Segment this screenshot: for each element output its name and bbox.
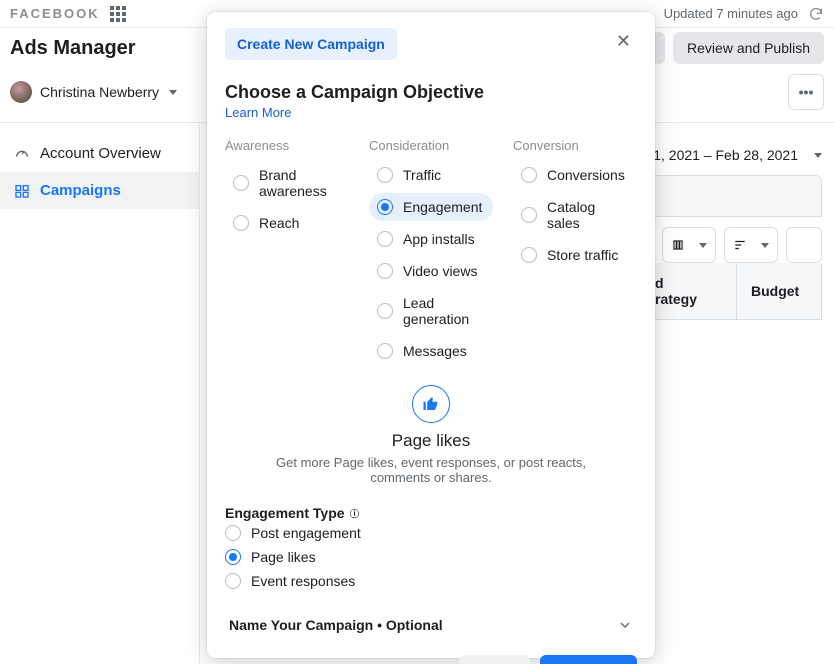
column-title: Conversion <box>513 138 637 153</box>
objective-label: Video views <box>403 263 477 279</box>
engagement-type-option-label: Post engagement <box>251 525 361 541</box>
engagement-type-page-likes[interactable]: Page likes <box>225 545 637 569</box>
modal-title: Choose a Campaign Objective <box>225 82 637 103</box>
radio-icon <box>377 343 393 359</box>
learn-more-link[interactable]: Learn More <box>225 105 637 120</box>
column-title: Awareness <box>225 138 349 153</box>
objective-catalog-sales[interactable]: Catalog sales <box>513 193 637 237</box>
apps-grid-icon[interactable] <box>110 6 126 22</box>
radio-icon <box>233 175 249 191</box>
objective-label: Brand awareness <box>259 167 341 199</box>
objective-video-views[interactable]: Video views <box>369 257 493 285</box>
date-range-label: eb 1, 2021 – Feb 28, 2021 <box>634 147 798 163</box>
engagement-hero: Page likes Get more Page likes, event re… <box>225 385 637 485</box>
modal-chip[interactable]: Create New Campaign <box>225 28 397 60</box>
radio-icon <box>521 207 537 223</box>
campaigns-icon <box>14 183 30 199</box>
objective-label: App installs <box>403 231 475 247</box>
radio-icon <box>521 167 537 183</box>
engagement-type-event-responses[interactable]: Event responses <box>225 569 637 593</box>
more-options-button[interactable]: ••• <box>788 74 824 110</box>
create-campaign-modal: Create New Campaign ✕ Choose a Campaign … <box>207 12 655 658</box>
chevron-down-icon <box>169 90 177 95</box>
column-title: Consideration <box>369 138 493 153</box>
objective-app-installs[interactable]: App installs <box>369 225 493 253</box>
engagement-hero-title: Page likes <box>392 431 470 451</box>
breakdown-tool[interactable] <box>724 227 778 263</box>
cancel-button[interactable]: Cancel <box>459 655 531 664</box>
columns-icon <box>671 238 685 252</box>
brand-wordmark: FACEBOOK <box>10 6 100 21</box>
objective-engagement[interactable]: Engagement <box>369 193 493 221</box>
account-name: Christina Newberry <box>40 84 159 100</box>
sidebar-item-label: Account Overview <box>40 145 161 162</box>
modal-footer: Cancel Continue <box>225 643 637 664</box>
objective-label: Traffic <box>403 167 441 183</box>
radio-icon <box>377 303 393 319</box>
objective-traffic[interactable]: Traffic <box>369 161 493 189</box>
updated-label: Updated 7 minutes ago <box>664 6 798 21</box>
objective-label: Store traffic <box>547 247 618 263</box>
objective-label: Engagement <box>403 199 482 215</box>
objective-label: Lead generation <box>403 295 485 327</box>
objective-column-awareness: Awareness Brand awareness Reach <box>225 138 349 369</box>
chevron-down-icon <box>761 243 769 248</box>
objective-label: Reach <box>259 215 299 231</box>
objective-brand-awareness[interactable]: Brand awareness <box>225 161 349 205</box>
refresh-icon[interactable] <box>808 6 824 22</box>
thumbs-up-icon <box>412 385 450 423</box>
avatar <box>10 81 32 103</box>
columns-tool[interactable] <box>662 227 716 263</box>
sidebar-item-account-overview[interactable]: Account Overview <box>0 135 199 172</box>
sidebar-item-campaigns[interactable]: Campaigns <box>0 172 199 209</box>
objective-store-traffic[interactable]: Store traffic <box>513 241 637 269</box>
objective-conversions[interactable]: Conversions <box>513 161 637 189</box>
objective-messages[interactable]: Messages <box>369 337 493 365</box>
page-title: Ads Manager <box>10 37 136 60</box>
radio-icon <box>377 199 393 215</box>
expander-label: Name Your Campaign • Optional <box>229 617 443 633</box>
name-campaign-expander[interactable]: Name Your Campaign • Optional <box>225 607 637 643</box>
radio-icon <box>225 573 241 589</box>
close-icon[interactable]: ✕ <box>610 28 637 54</box>
chevron-down-icon <box>617 617 633 633</box>
radio-icon <box>377 231 393 247</box>
objective-reach[interactable]: Reach <box>225 209 349 237</box>
objective-label: Catalog sales <box>547 199 629 231</box>
engagement-type-option-label: Event responses <box>251 573 355 589</box>
engagement-type-label: Engagement Type ⓘ <box>225 505 637 521</box>
objective-label: Messages <box>403 343 467 359</box>
engagement-type-option-label: Page likes <box>251 549 316 565</box>
objective-column-consideration: Consideration Traffic Engagement App ins… <box>369 138 493 369</box>
info-icon[interactable]: ⓘ <box>349 507 361 519</box>
radio-icon <box>377 263 393 279</box>
objective-column-conversion: Conversion Conversions Catalog sales Sto… <box>513 138 637 369</box>
engagement-type-post-engagement[interactable]: Post engagement <box>225 521 637 545</box>
extra-tool[interactable] <box>786 227 822 263</box>
radio-icon <box>377 167 393 183</box>
breakdown-icon <box>733 238 747 252</box>
chevron-down-icon <box>699 243 707 248</box>
objective-label: Conversions <box>547 167 625 183</box>
continue-button[interactable]: Continue <box>540 655 637 664</box>
sidebar: Account Overview Campaigns <box>0 123 200 664</box>
col-budget[interactable]: Budget <box>737 271 821 311</box>
radio-icon <box>225 549 241 565</box>
gauge-icon <box>14 146 30 162</box>
review-publish-button[interactable]: Review and Publish <box>673 32 824 64</box>
chevron-down-icon <box>814 153 822 158</box>
radio-icon <box>233 215 249 231</box>
objective-lead-generation[interactable]: Lead generation <box>369 289 493 333</box>
radio-icon <box>225 525 241 541</box>
engagement-hero-desc: Get more Page likes, event responses, or… <box>271 455 591 485</box>
radio-icon <box>521 247 537 263</box>
sidebar-item-label: Campaigns <box>40 182 121 199</box>
